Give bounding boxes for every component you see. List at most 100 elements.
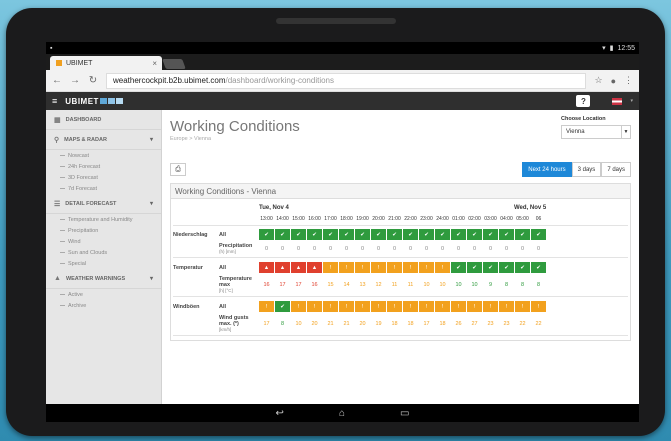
exclamation-icon[interactable]: ! xyxy=(515,301,530,312)
value-cell: 8 xyxy=(504,281,509,288)
sidebar-subitem[interactable]: Wind xyxy=(46,236,161,247)
sidebar-subitem[interactable]: Precipitation xyxy=(46,225,161,236)
sidebar-item-dashboard[interactable]: ▦ DASHBOARD xyxy=(46,110,161,130)
exclamation-icon[interactable]: ! xyxy=(403,301,418,312)
bookmark-star-icon[interactable]: ☆ xyxy=(594,75,602,86)
period-7d-button[interactable]: 7 days xyxy=(601,162,631,177)
check-icon[interactable]: ✔ xyxy=(467,229,482,240)
exclamation-icon[interactable]: ! xyxy=(339,301,354,312)
browser-tab[interactable]: UBIMET × xyxy=(50,56,162,70)
exclamation-icon[interactable]: ! xyxy=(323,262,338,273)
value-cell: 22 xyxy=(519,320,526,327)
sidebar-subitem[interactable]: 3D Forecast xyxy=(46,172,161,183)
close-tab-icon[interactable]: × xyxy=(152,59,157,68)
status-row: Niederschlag All ✔ ✔ ✔ ✔ ✔ ✔ ✔ ✔ ✔ ✔ ✔ ✔ ✔ ✔ ✔ ✔ ✔ ✔ xyxy=(173,229,628,240)
group-label: Windböen xyxy=(173,303,200,310)
sidebar-subitem[interactable]: Archive xyxy=(46,300,161,311)
check-icon[interactable]: ✔ xyxy=(419,229,434,240)
exclamation-icon[interactable]: ! xyxy=(259,301,274,312)
check-icon[interactable]: ✔ xyxy=(483,229,498,240)
url-input[interactable]: weathercockpit.b2b.ubimet.com/dashboard/… xyxy=(106,72,587,89)
check-icon[interactable]: ✔ xyxy=(259,229,274,240)
exclamation-icon[interactable]: ! xyxy=(483,301,498,312)
exclamation-icon[interactable]: ! xyxy=(467,301,482,312)
check-icon[interactable]: ✔ xyxy=(451,229,466,240)
brand-logo[interactable]: UBIMET xyxy=(65,97,123,106)
alert-triangle-icon[interactable]: ▲ xyxy=(275,262,290,273)
hamburger-menu-icon[interactable]: ≡ xyxy=(52,96,57,106)
exclamation-icon[interactable]: ! xyxy=(451,301,466,312)
exclamation-icon[interactable]: ! xyxy=(435,301,450,312)
tablet-screen: ▪ ▾ ▮ 12:55 UBIMET × ← → ↻ weathercockpi… xyxy=(46,42,639,422)
exclamation-icon[interactable]: ! xyxy=(419,301,434,312)
exclamation-icon[interactable]: ! xyxy=(435,262,450,273)
sidebar-subitem[interactable]: Temperature and Humidity xyxy=(46,214,161,225)
recents-nav-icon[interactable]: ▭ xyxy=(400,408,409,419)
exclamation-icon[interactable]: ! xyxy=(323,301,338,312)
sidebar-subitem[interactable]: Sun and Clouds xyxy=(46,247,161,258)
clock: 12:55 xyxy=(617,44,635,52)
alert-triangle-icon[interactable]: ▲ xyxy=(307,262,322,273)
check-icon[interactable]: ✔ xyxy=(467,262,482,273)
check-icon[interactable]: ✔ xyxy=(323,229,338,240)
exclamation-icon[interactable]: ! xyxy=(355,262,370,273)
alert-triangle-icon[interactable]: ▲ xyxy=(259,262,274,273)
check-icon[interactable]: ✔ xyxy=(403,229,418,240)
sidebar-item-detail-forecast[interactable]: ☰ DETAIL FORECAST ▾ xyxy=(46,194,161,214)
check-icon[interactable]: ✔ xyxy=(275,301,290,312)
period-24h-button[interactable]: Next 24 hours xyxy=(522,162,572,177)
exclamation-icon[interactable]: ! xyxy=(403,262,418,273)
menu-dots-icon[interactable]: ⋮ xyxy=(624,75,633,86)
sidebar-subitem[interactable]: 7d Forecast xyxy=(46,183,161,194)
exclamation-icon[interactable]: ! xyxy=(419,262,434,273)
exclamation-icon[interactable]: ! xyxy=(531,301,546,312)
sidebar-item-maps[interactable]: ⚲ MAPS & RADAR ▾ xyxy=(46,130,161,150)
exclamation-icon[interactable]: ! xyxy=(355,301,370,312)
exclamation-icon[interactable]: ! xyxy=(371,262,386,273)
forward-icon[interactable]: → xyxy=(70,75,80,86)
back-nav-icon[interactable]: ↩ xyxy=(276,408,284,419)
sidebar-subitem[interactable]: 24h Forecast xyxy=(46,161,161,172)
check-icon[interactable]: ✔ xyxy=(531,229,546,240)
check-icon[interactable]: ✔ xyxy=(515,262,530,273)
exclamation-icon[interactable]: ! xyxy=(387,301,402,312)
exclamation-icon[interactable]: ! xyxy=(499,301,514,312)
check-icon[interactable]: ✔ xyxy=(499,262,514,273)
language-flag-icon[interactable] xyxy=(612,97,623,105)
alert-triangle-icon[interactable]: ▲ xyxy=(291,262,306,273)
check-icon[interactable]: ✔ xyxy=(355,229,370,240)
period-3d-button[interactable]: 3 days xyxy=(571,162,602,177)
exclamation-icon[interactable]: ! xyxy=(371,301,386,312)
sidebar-subitem[interactable]: Active xyxy=(46,289,161,300)
check-icon[interactable]: ✔ xyxy=(307,229,322,240)
sidebar-item-weather-warnings[interactable]: ▲ WEATHER WARNINGS ▾ xyxy=(46,269,161,289)
back-icon[interactable]: ← xyxy=(52,75,62,86)
check-icon[interactable]: ✔ xyxy=(275,229,290,240)
check-icon[interactable]: ✔ xyxy=(515,229,530,240)
print-button[interactable]: ⎙ xyxy=(170,163,186,176)
check-icon[interactable]: ✔ xyxy=(531,262,546,273)
check-icon[interactable]: ✔ xyxy=(339,229,354,240)
dropdown-caret-icon[interactable]: ▾ xyxy=(630,98,633,104)
check-icon[interactable]: ✔ xyxy=(483,262,498,273)
exclamation-icon[interactable]: ! xyxy=(339,262,354,273)
exclamation-icon[interactable]: ! xyxy=(291,301,306,312)
value-cell: 20 xyxy=(359,320,366,327)
location-select[interactable]: Vienna ▼ xyxy=(561,125,631,139)
check-icon[interactable]: ✔ xyxy=(387,229,402,240)
value-cell: 13 xyxy=(359,281,366,288)
reload-icon[interactable]: ↻ xyxy=(88,75,98,86)
sidebar-subitem[interactable]: Special xyxy=(46,258,161,269)
check-icon[interactable]: ✔ xyxy=(451,262,466,273)
exclamation-icon[interactable]: ! xyxy=(307,301,322,312)
help-button[interactable]: ? xyxy=(576,95,591,107)
check-icon[interactable]: ✔ xyxy=(499,229,514,240)
microphone-icon[interactable]: ● xyxy=(611,76,616,86)
sidebar-subitem[interactable]: Nowcast xyxy=(46,150,161,161)
check-icon[interactable]: ✔ xyxy=(371,229,386,240)
exclamation-icon[interactable]: ! xyxy=(387,262,402,273)
check-icon[interactable]: ✔ xyxy=(291,229,306,240)
check-icon[interactable]: ✔ xyxy=(435,229,450,240)
home-nav-icon[interactable]: ⌂ xyxy=(339,408,345,419)
new-tab-button[interactable] xyxy=(162,59,186,69)
